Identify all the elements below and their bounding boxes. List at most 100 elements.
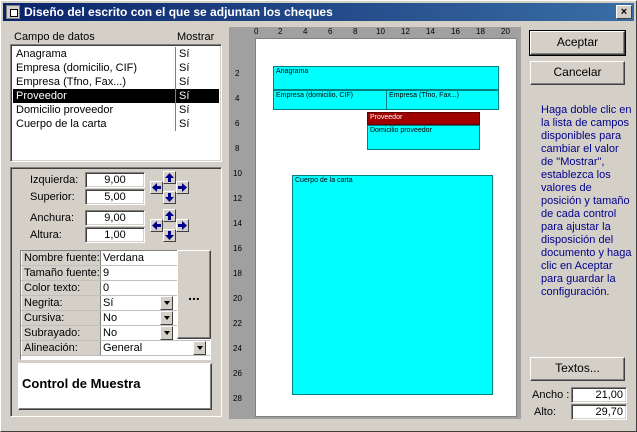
ruler-tick: 18 <box>233 269 242 278</box>
close-button[interactable]: × <box>616 5 632 19</box>
preview-box-cuerpo[interactable]: Cuerpo de la carta <box>292 175 493 395</box>
font-name-value[interactable]: Verdana <box>103 251 175 265</box>
list-item-show: Sí <box>179 104 190 116</box>
list-item[interactable]: Empresa (domicilio, CIF) Sí <box>13 61 219 75</box>
left-input[interactable]: 9,00 <box>85 172 145 188</box>
field-list[interactable]: Anagrama Sí Empresa (domicilio, CIF) Sí … <box>10 44 222 162</box>
list-item[interactable]: Domicilio proveedor Sí <box>13 103 219 117</box>
preview-box-empresa-domicilio[interactable]: Empresa (domicilio, CIF) <box>273 90 387 110</box>
page-sheet: Anagrama Empresa (domicilio, CIF) Empres… <box>255 38 517 417</box>
texts-button[interactable]: Textos... <box>530 357 625 381</box>
ruler-tick: 6 <box>328 27 333 36</box>
ruler-tick: 4 <box>235 94 240 103</box>
chevron-down-icon[interactable] <box>193 341 206 355</box>
chevron-down-icon[interactable] <box>160 326 173 340</box>
ruler-left: 2 4 6 8 10 12 14 16 18 20 22 24 26 28 <box>229 49 253 419</box>
ruler-tick: 24 <box>233 344 242 353</box>
position-arrow-pad <box>150 171 190 205</box>
ruler-tick: 10 <box>376 27 385 36</box>
col-header-show: Mostrar <box>177 31 215 43</box>
text-color-label: Color texto: <box>22 281 101 295</box>
height-label: Altura: <box>30 229 62 241</box>
ruler-tick: 10 <box>233 169 242 178</box>
list-item-name: Proveedor <box>16 90 67 102</box>
ruler-top: 0 2 4 6 8 10 12 14 16 18 20 <box>254 27 516 37</box>
ruler-tick: 20 <box>233 294 242 303</box>
ruler-tick: 14 <box>233 219 242 228</box>
list-item-show: Sí <box>179 62 190 74</box>
ruler-tick: 18 <box>476 27 485 36</box>
ruler-tick: 0 <box>254 27 259 36</box>
text-color-value[interactable]: 0 <box>103 281 175 295</box>
ruler-tick: 12 <box>401 27 410 36</box>
list-item-name: Empresa (domicilio, CIF) <box>16 62 138 74</box>
arrow-left-icon[interactable] <box>150 219 163 232</box>
bold-label: Negrita: <box>22 296 101 310</box>
ruler-tick: 16 <box>233 244 242 253</box>
list-item-name: Cuerpo de la carta <box>16 118 107 130</box>
arrow-up-icon[interactable] <box>163 209 176 222</box>
page-width-label: Ancho : <box>532 389 570 401</box>
ruler-tick: 8 <box>353 27 358 36</box>
arrow-right-icon[interactable] <box>176 219 189 232</box>
ruler-tick: 12 <box>233 194 242 203</box>
top-input[interactable]: 5,00 <box>85 189 145 205</box>
list-item[interactable]: Empresa (Tfno, Fax...) Sí <box>13 75 219 89</box>
font-size-label: Tamaño fuente: <box>22 266 101 280</box>
preview-box-empresa-tfno[interactable]: Empresa (Tfno, Fax...) <box>386 90 499 110</box>
page-preview: 0 2 4 6 8 10 12 14 16 18 20 2 4 6 8 10 1… <box>229 27 521 419</box>
width-label: Anchura: <box>30 212 75 224</box>
help-text: Haga doble clic en la lista de campos di… <box>541 104 632 298</box>
list-item[interactable]: Cuerpo de la carta Sí <box>13 117 219 131</box>
app-icon <box>6 5 20 19</box>
size-arrow-pad <box>150 209 190 243</box>
chevron-down-icon[interactable] <box>160 296 173 310</box>
underline-label: Subrayado: <box>22 326 101 340</box>
font-dialog-button[interactable]: ... <box>177 250 211 339</box>
window-title: Diseño del escrito con el que se adjunta… <box>24 5 333 19</box>
alignment-value[interactable]: General <box>103 341 175 355</box>
sample-control: Control de Muestra <box>18 363 212 410</box>
col-header-field: Campo de datos <box>14 31 95 43</box>
ruler-tick: 14 <box>426 27 435 36</box>
list-item-show: Sí <box>179 48 190 60</box>
list-item-selected[interactable]: Proveedor Sí <box>13 89 219 103</box>
width-input[interactable]: 9,00 <box>85 210 145 226</box>
page-width-input[interactable]: 21,00 <box>571 387 627 403</box>
list-item-show: Sí <box>179 76 190 88</box>
ruler-tick: 16 <box>451 27 460 36</box>
ruler-tick: 8 <box>235 144 240 153</box>
page-height-input[interactable]: 29,70 <box>571 404 627 420</box>
ruler-tick: 2 <box>235 69 240 78</box>
preview-box-domicilio-proveedor[interactable]: Domicilio proveedor <box>367 125 480 150</box>
ruler-tick: 20 <box>501 27 510 36</box>
sample-label: Control de Muestra <box>22 376 141 391</box>
ruler-tick: 26 <box>233 369 242 378</box>
height-input[interactable]: 1,00 <box>85 227 145 243</box>
arrow-up-icon[interactable] <box>163 171 176 184</box>
top-label: Superior: <box>30 191 75 203</box>
list-item[interactable]: Anagrama Sí <box>13 47 219 61</box>
ruler-tick: 6 <box>235 119 240 128</box>
arrow-down-icon[interactable] <box>163 191 176 204</box>
arrow-left-icon[interactable] <box>150 181 163 194</box>
cancel-button[interactable]: Cancelar <box>530 61 625 85</box>
list-item-name: Domicilio proveedor <box>16 104 114 116</box>
title-bar: Diseño del escrito con el que se adjunta… <box>3 3 634 21</box>
arrow-down-icon[interactable] <box>163 229 176 242</box>
preview-box-anagrama[interactable]: Anagrama <box>273 66 499 90</box>
chevron-down-icon[interactable] <box>160 311 173 325</box>
ruler-tick: 2 <box>278 27 283 36</box>
font-size-value[interactable]: 9 <box>103 266 175 280</box>
accept-button[interactable]: Aceptar <box>529 30 626 56</box>
list-item-show: Sí <box>179 118 190 130</box>
arrow-right-icon[interactable] <box>176 181 189 194</box>
ruler-tick: 4 <box>303 27 308 36</box>
dialog-window: Diseño del escrito con el que se adjunta… <box>0 0 637 432</box>
page-height-label: Alto: <box>534 406 557 418</box>
alignment-row[interactable]: Alineación: General <box>21 341 210 356</box>
preview-box-proveedor[interactable]: Proveedor <box>367 112 480 125</box>
font-name-label: Nombre fuente: <box>22 251 101 265</box>
list-item-name: Empresa (Tfno, Fax...) <box>16 76 127 88</box>
ruler-tick: 22 <box>233 319 242 328</box>
